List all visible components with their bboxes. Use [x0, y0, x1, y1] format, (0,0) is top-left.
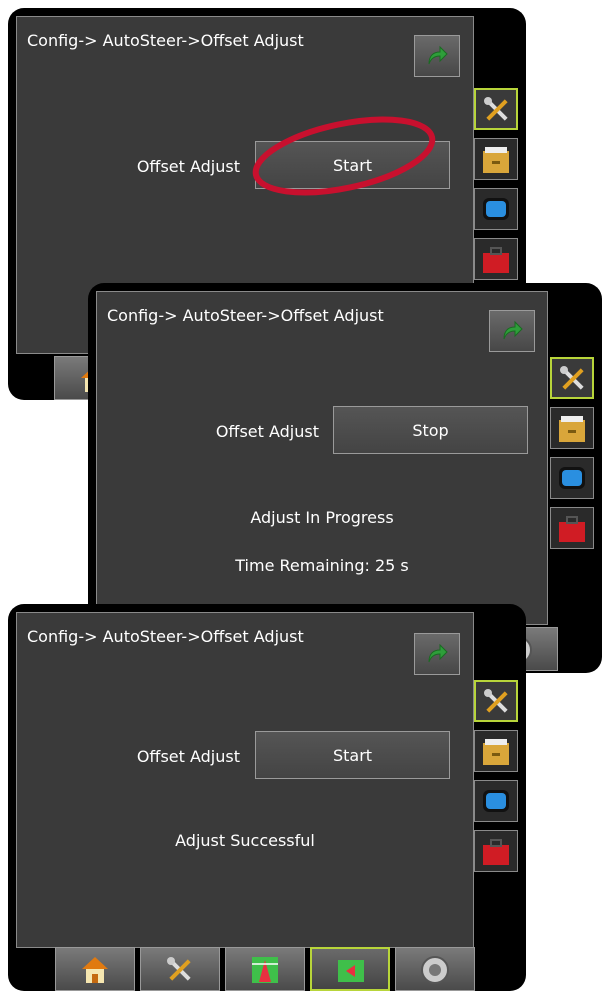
adjust-status: Adjust Successful	[175, 831, 315, 850]
bottom-tab-home[interactable]	[55, 947, 135, 991]
start-button[interactable]: Start	[255, 731, 450, 779]
gauge-icon	[421, 956, 449, 984]
time-remaining: Time Remaining: 25 s	[235, 556, 409, 575]
bottom-tab-map[interactable]	[310, 947, 390, 991]
sidebar-item-file-cabinet[interactable]	[550, 407, 594, 449]
tools-icon	[484, 97, 508, 121]
bottom-tab-gauge[interactable]	[395, 947, 475, 991]
content-area: Config-> AutoSteer->Offset Adjust Offset…	[96, 291, 548, 625]
display-icon	[559, 467, 585, 489]
bottom-tab-guidance[interactable]	[225, 947, 305, 991]
sidebar-item-display[interactable]	[474, 188, 518, 230]
sidebar-item-toolbox[interactable]	[550, 507, 594, 549]
bottom-tab-tools[interactable]	[140, 947, 220, 991]
back-arrow-icon	[503, 320, 523, 340]
offset-adjust-label: Offset Adjust	[215, 422, 319, 441]
sidebar-item-tools[interactable]	[474, 680, 518, 722]
offset-adjust-label: Offset Adjust	[136, 747, 240, 766]
panel-3: Config-> AutoSteer->Offset Adjust Offset…	[8, 604, 526, 991]
breadcrumb: Config-> AutoSteer->Offset Adjust	[27, 627, 304, 646]
map-pointer-icon	[338, 960, 364, 982]
back-arrow-icon	[428, 643, 448, 663]
sidebar-item-file-cabinet[interactable]	[474, 730, 518, 772]
sidebar-item-display[interactable]	[474, 780, 518, 822]
display-icon	[483, 198, 509, 220]
content-area: Config-> AutoSteer->Offset Adjust Offset…	[16, 612, 474, 948]
sidebar-item-tools[interactable]	[474, 88, 518, 130]
sidebar-item-display[interactable]	[550, 457, 594, 499]
tools-icon	[484, 689, 508, 713]
adjust-status: Adjust In Progress	[250, 508, 394, 527]
tools-icon	[167, 957, 191, 981]
sidebar-item-tools[interactable]	[550, 357, 594, 399]
toolbox-icon	[483, 839, 509, 865]
home-icon	[82, 957, 108, 983]
file-cabinet-icon	[559, 416, 585, 442]
back-arrow-icon	[428, 45, 448, 65]
stop-button[interactable]: Stop	[333, 406, 528, 454]
sidebar-item-file-cabinet[interactable]	[474, 138, 518, 180]
sidebar-item-toolbox[interactable]	[474, 830, 518, 872]
sidebar-item-toolbox[interactable]	[474, 238, 518, 280]
breadcrumb: Config-> AutoSteer->Offset Adjust	[27, 31, 304, 50]
tools-icon	[560, 366, 584, 390]
back-button[interactable]	[414, 35, 460, 77]
file-cabinet-icon	[483, 147, 509, 173]
display-icon	[483, 790, 509, 812]
toolbox-icon	[559, 516, 585, 542]
back-button[interactable]	[489, 310, 535, 352]
breadcrumb: Config-> AutoSteer->Offset Adjust	[107, 306, 384, 325]
file-cabinet-icon	[483, 739, 509, 765]
toolbox-icon	[483, 247, 509, 273]
offset-adjust-label: Offset Adjust	[136, 157, 240, 176]
guidance-field-icon	[252, 957, 278, 983]
start-button[interactable]: Start	[255, 141, 450, 189]
back-button[interactable]	[414, 633, 460, 675]
